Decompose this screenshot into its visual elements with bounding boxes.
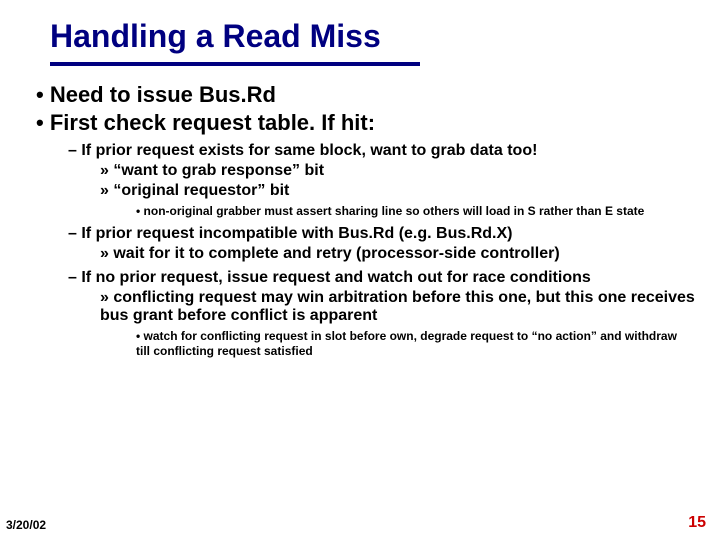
bullet-level2: If no prior request, issue request and w…: [68, 269, 696, 287]
bullet-level3: conflicting request may win arbitration …: [100, 289, 696, 325]
bullet-level3: “original requestor” bit: [100, 182, 696, 200]
bullet-level2: If prior request incompatible with Bus.R…: [68, 225, 696, 243]
slide-body: Need to issue Bus.Rd First check request…: [36, 80, 696, 359]
bullet-level3: wait for it to complete and retry (proce…: [100, 245, 696, 263]
page-number: 15: [688, 514, 706, 532]
bullet-level4: watch for conflicting request in slot be…: [136, 329, 696, 359]
title-underline: [50, 62, 420, 66]
bullet-level4: non-original grabber must assert sharing…: [136, 204, 696, 219]
bullet-level1: Need to issue Bus.Rd: [36, 82, 696, 108]
page-title: Handling a Read Miss: [50, 18, 381, 55]
footer-date: 3/20/02: [6, 518, 46, 532]
bullet-level2: If prior request exists for same block, …: [68, 142, 696, 160]
slide: Handling a Read Miss Need to issue Bus.R…: [0, 0, 720, 540]
bullet-level3: “want to grab response” bit: [100, 162, 696, 180]
bullet-level1: First check request table. If hit:: [36, 110, 696, 136]
